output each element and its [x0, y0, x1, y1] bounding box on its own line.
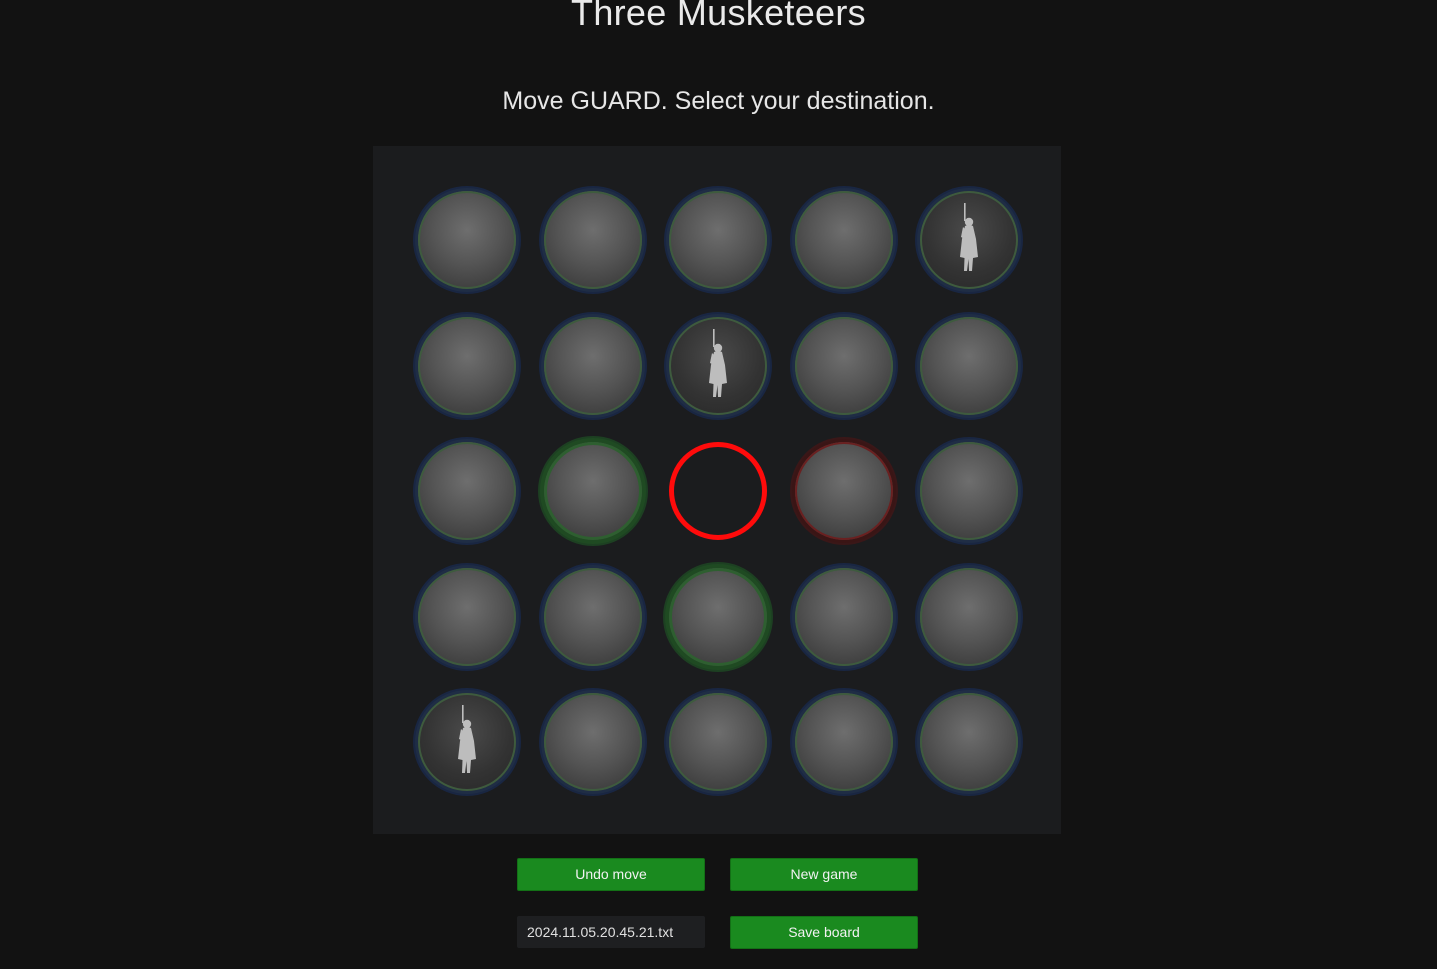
- board-cell[interactable]: [543, 191, 642, 289]
- musketeer-icon: [458, 705, 476, 773]
- board-cell[interactable]: [794, 191, 893, 289]
- board-cell[interactable]: [669, 191, 767, 289]
- board-cell[interactable]: [920, 316, 1018, 415]
- board-cell[interactable]: [418, 316, 516, 415]
- save-board-button[interactable]: Save board: [730, 916, 918, 949]
- board-cell[interactable]: [418, 191, 516, 289]
- board-cell[interactable]: [920, 442, 1018, 540]
- board-cell[interactable]: [669, 567, 767, 666]
- new-game-button[interactable]: New game: [730, 858, 918, 891]
- musketeer-icon: [709, 328, 727, 397]
- board-cell[interactable]: [920, 567, 1018, 666]
- board-cell[interactable]: [794, 693, 893, 791]
- board-cell[interactable]: [543, 316, 642, 415]
- board-cell-musketeer[interactable]: [669, 316, 767, 415]
- board-cell[interactable]: [794, 567, 893, 666]
- board-cell-selected[interactable]: [669, 442, 767, 540]
- board-cell[interactable]: [543, 693, 642, 791]
- board-cell[interactable]: [418, 442, 516, 540]
- status-message: Move GUARD. Select your destination.: [502, 87, 935, 115]
- page-title: Three Musketeers: [571, 0, 866, 33]
- board-cell[interactable]: [794, 442, 893, 540]
- filename-input[interactable]: [517, 916, 705, 948]
- board-cell-musketeer[interactable]: [418, 693, 516, 791]
- undo-move-button[interactable]: Undo move: [517, 858, 705, 891]
- board-cell[interactable]: [418, 567, 516, 666]
- board-cell[interactable]: [794, 316, 893, 415]
- game-page: Three Musketeers Move GUARD. Select your…: [0, 0, 1437, 969]
- board-cell[interactable]: [543, 442, 642, 540]
- game-board: [373, 146, 1061, 834]
- board-cell[interactable]: [543, 567, 642, 666]
- musketeer-icon: [960, 203, 978, 271]
- board-cell[interactable]: [669, 693, 767, 791]
- board-cell-musketeer[interactable]: [920, 191, 1018, 289]
- board-cell[interactable]: [920, 693, 1018, 791]
